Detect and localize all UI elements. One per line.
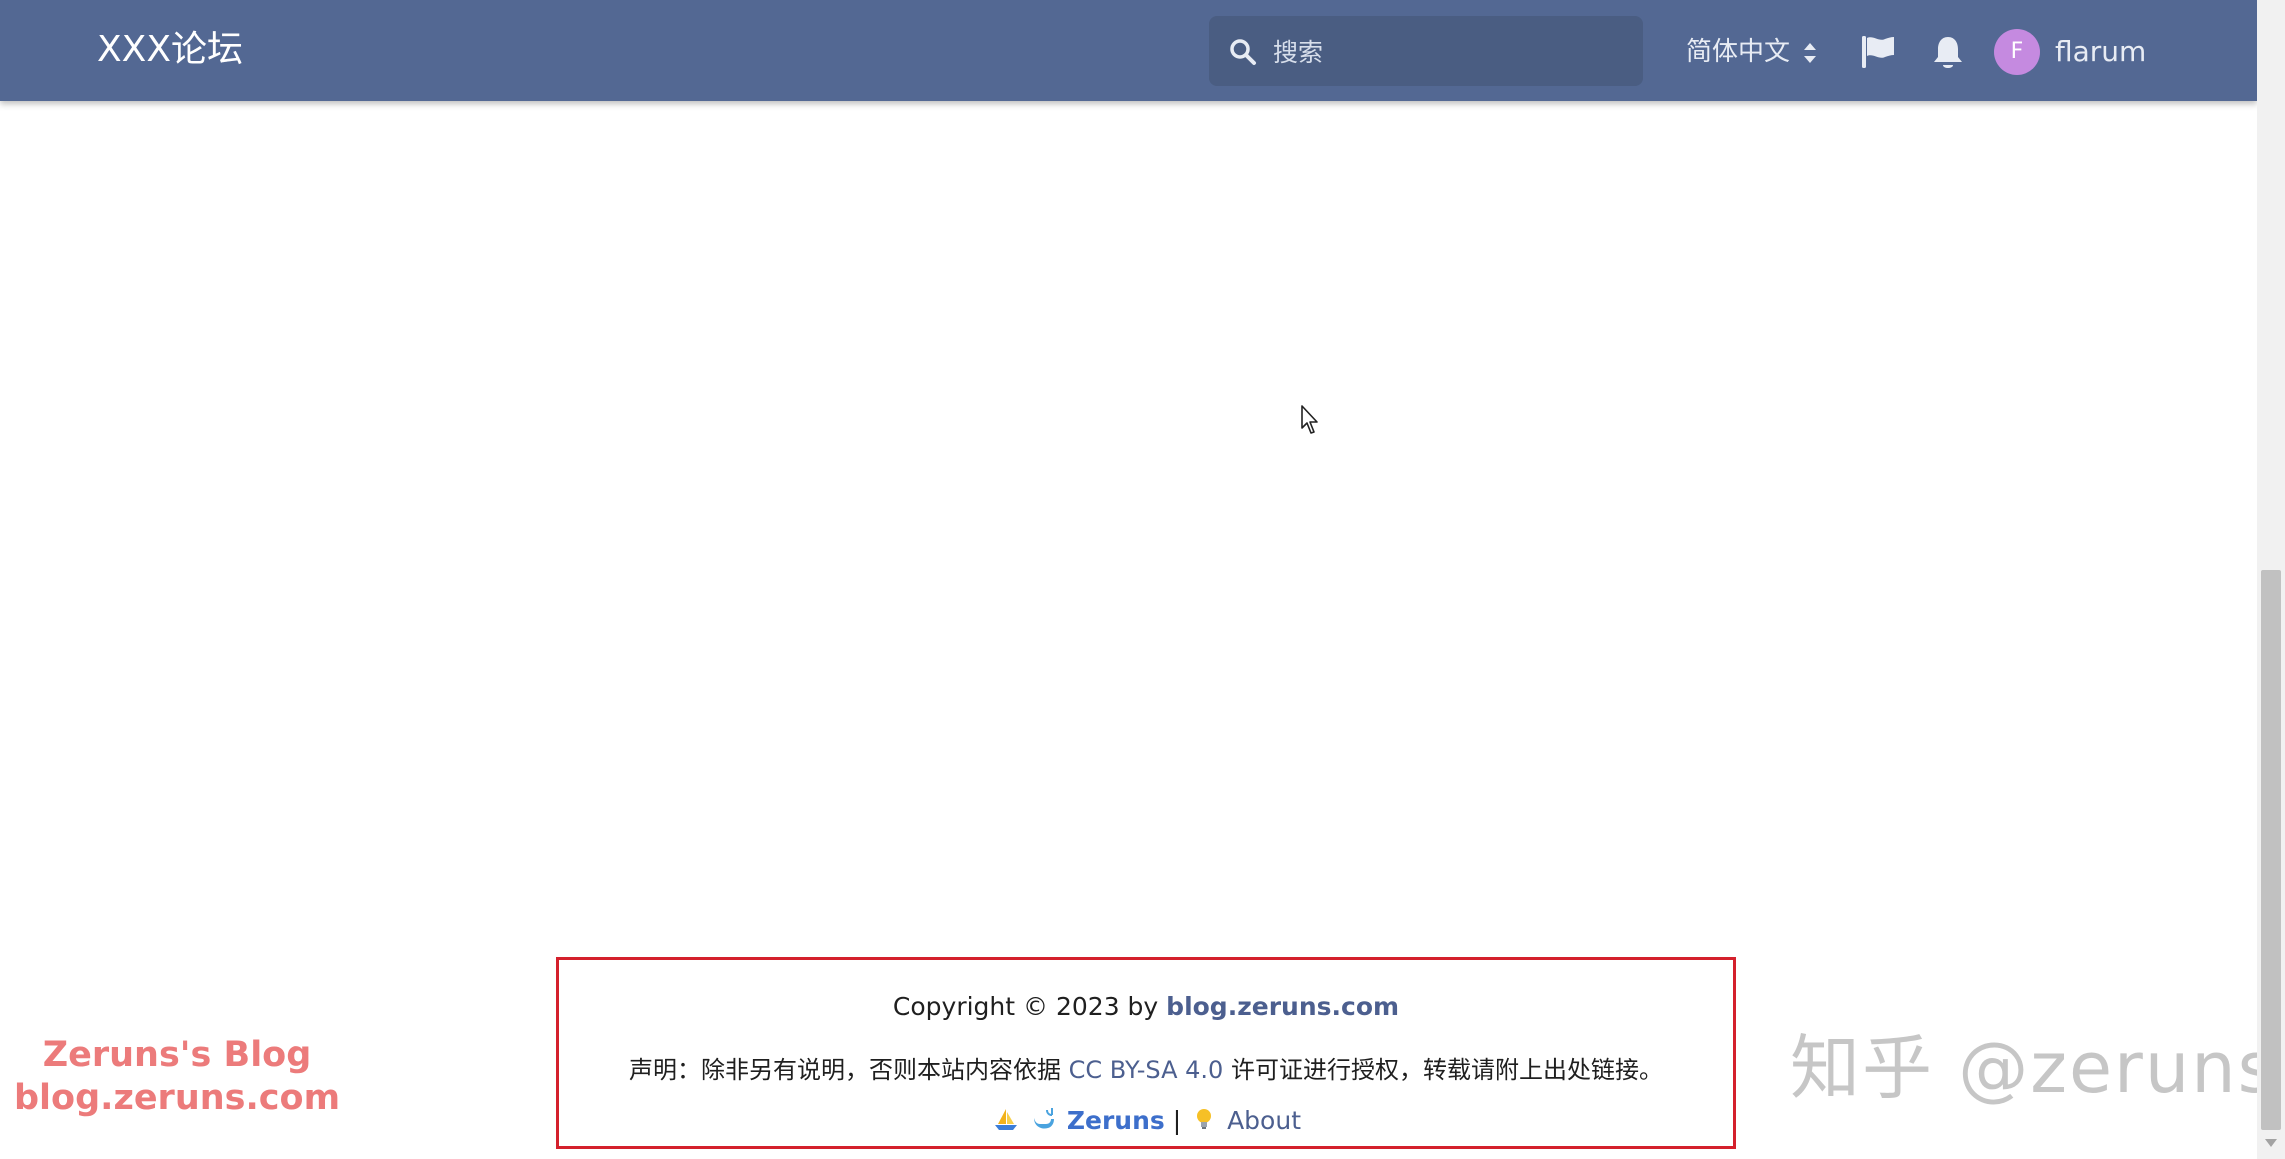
user-avatar[interactable]: F bbox=[1994, 29, 2040, 75]
site-footer: Copyright © 2023 by blog.zeruns.com 声明：除… bbox=[556, 957, 1736, 1149]
blog-watermark: Zeruns's Blog blog.zeruns.com bbox=[14, 1034, 340, 1120]
username[interactable]: flarum bbox=[2055, 30, 2146, 74]
watermark-line-2: blog.zeruns.com bbox=[14, 1078, 341, 1118]
copyright-text: Copyright © 2023 by bbox=[892, 992, 1159, 1021]
lightbulb-icon bbox=[1197, 1109, 1212, 1129]
license-link[interactable]: CC BY-SA 4.0 bbox=[1069, 1056, 1224, 1084]
language-selector[interactable]: 简体中文 bbox=[1686, 30, 1818, 74]
flag-icon[interactable] bbox=[1860, 34, 1896, 70]
watermark-line-1: Zeruns's Blog bbox=[42, 1035, 312, 1075]
language-label: 简体中文 bbox=[1686, 37, 1791, 67]
whale-icon bbox=[1033, 1108, 1054, 1129]
sailboat-icon bbox=[994, 1109, 1017, 1130]
about-link[interactable]: About bbox=[1227, 1106, 1301, 1135]
search-icon bbox=[1230, 39, 1256, 65]
zhihu-watermark: 知乎 @zeruns bbox=[1790, 1027, 2277, 1109]
page: XXX论坛 简体中文 F flarum bbox=[0, 0, 2285, 1159]
mouse-cursor-icon bbox=[1301, 405, 1318, 434]
license-statement: 声明：除非另有说明，否则本站内容依据 CC BY-SA 4.0 许可证进行授权，… bbox=[559, 1050, 1733, 1085]
statement-suffix: 许可证进行授权，转载请附上出处链接。 bbox=[1230, 1056, 1663, 1084]
copyright-link[interactable]: blog.zeruns.com bbox=[1166, 992, 1399, 1021]
scrollbar-thumb[interactable] bbox=[2261, 570, 2281, 1130]
zeruns-link[interactable]: Zeruns bbox=[1067, 1106, 1165, 1135]
vertical-scrollbar[interactable] bbox=[2257, 0, 2285, 1159]
top-header: XXX论坛 简体中文 F flarum bbox=[0, 0, 2257, 101]
search-input[interactable] bbox=[1271, 30, 1625, 74]
bell-icon[interactable] bbox=[1930, 34, 1966, 72]
statement-prefix: 声明：除非另有说明，否则本站内容依据 bbox=[629, 1056, 1062, 1084]
forum-title[interactable]: XXX论坛 bbox=[97, 24, 243, 76]
scroll-down-arrow-icon[interactable] bbox=[2264, 1137, 2278, 1149]
search-box[interactable] bbox=[1209, 16, 1643, 86]
updown-caret-icon bbox=[1804, 42, 1817, 63]
copyright-line: Copyright © 2023 by blog.zeruns.com bbox=[559, 992, 1733, 1021]
footer-separator: | bbox=[1172, 1106, 1182, 1135]
footer-nav: Zeruns | About bbox=[559, 1106, 1733, 1135]
